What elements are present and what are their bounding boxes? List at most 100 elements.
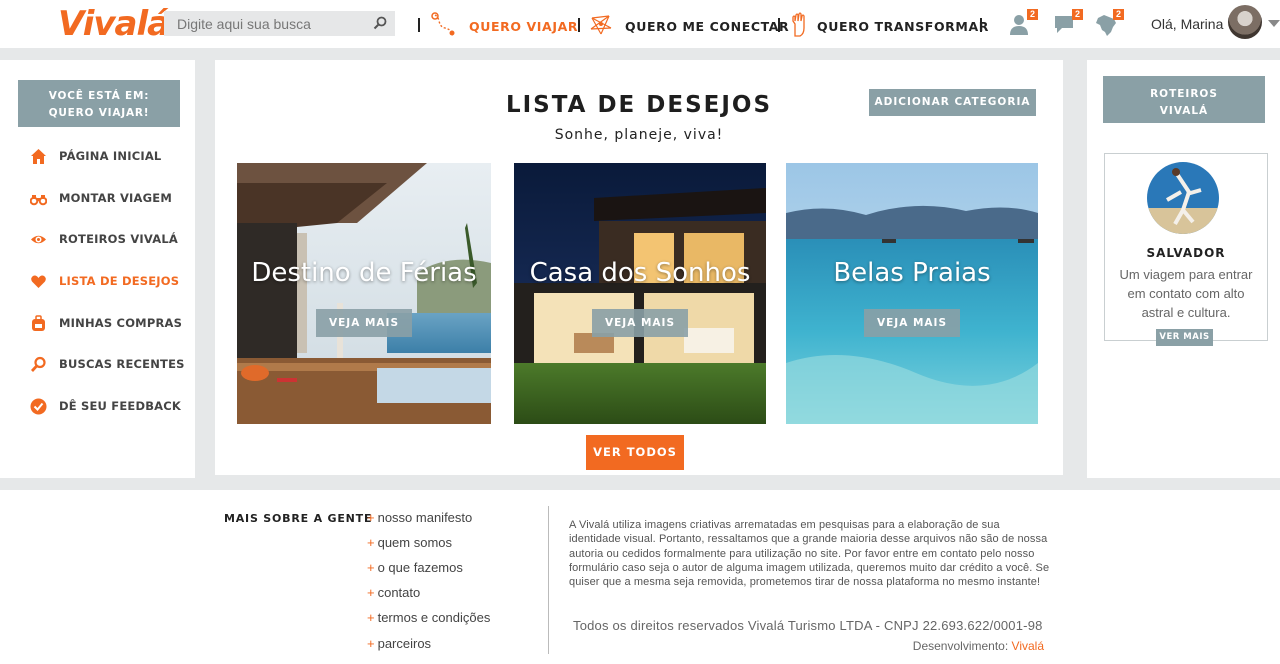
user-notifications[interactable]: 2 <box>1008 9 1038 38</box>
footer-link-manifesto[interactable]: + nosso manifesto <box>367 510 472 525</box>
chat-badge: 2 <box>1072 9 1083 20</box>
see-more-button[interactable]: VEJA MAIS <box>316 309 412 337</box>
footer: MAIS SOBRE A GENTE + nosso manifesto + que… <box>0 490 1280 664</box>
footer-link-parceiros[interactable]: + parceiros <box>367 636 431 651</box>
city-description: Um viagem para entrar em contato com alt… <box>1119 267 1253 320</box>
card-title: Belas Praias <box>833 258 991 288</box>
binoculars-icon <box>30 194 47 205</box>
featured-itinerary-card[interactable]: SALVADOR Um viagem para entrar em contat… <box>1104 153 1268 346</box>
user-badge: 2 <box>1027 9 1038 20</box>
sidebar-item-label: ROTEIROS VIVALÁ <box>59 232 178 246</box>
check-circle-icon <box>30 398 47 414</box>
roteiros-label-line1: ROTEIROS <box>1150 88 1218 100</box>
nav-quero-viajar[interactable]: QUERO VIAJAR <box>469 19 578 34</box>
sidebar-item-minhas-compras[interactable]: MINHAS COMPRAS <box>30 313 182 333</box>
card-image <box>514 163 766 424</box>
vivala-logo[interactable]: Vivalá <box>58 4 170 44</box>
location-value: QUERO VIAJAR! <box>48 107 150 119</box>
top-header: Vivalá QUERO VIAJAR QUERO ME CONECTAR QU… <box>0 0 1280 48</box>
footer-link-contato[interactable]: + contato <box>367 585 420 600</box>
page-subtitle: Sonhe, planeje, viva! <box>554 127 724 143</box>
copyright: Todos os direitos reservados Vivalá Turi… <box>573 618 1043 633</box>
nav-quero-me-conectar[interactable]: QUERO ME CONECTAR <box>625 19 789 34</box>
user-greeting[interactable]: Olá, Marina <box>1151 16 1223 32</box>
see-more-itinerary-button[interactable]: VER MAIS <box>1156 329 1213 346</box>
right-sidebar: ROTEIROS VIVALÁ SALVADOR Um viagem para … <box>1087 60 1280 478</box>
sidebar-item-lista-de-desejos[interactable]: LISTA DE DESEJOS <box>30 271 179 291</box>
sidebar-item-pagina-inicial[interactable]: PÁGINA INICIAL <box>30 146 161 166</box>
city-name: SALVADOR <box>1146 246 1226 260</box>
see-more-button[interactable]: VEJA MAIS <box>592 309 688 337</box>
wishlist-card-casa-dos-sonhos[interactable]: Casa dos Sonhos VEJA MAIS <box>514 163 766 424</box>
plus-icon: + <box>367 510 375 525</box>
backpack-icon <box>32 314 45 331</box>
sidebar-item-buscas-recentes[interactable]: BUSCAS RECENTES <box>30 354 185 374</box>
nav-divider <box>778 18 780 32</box>
footer-link-termos[interactable]: + termos e condições <box>367 610 490 625</box>
plus-icon: + <box>367 636 375 651</box>
main-content: LISTA DE DESEJOS Sonhe, planeje, viva! A… <box>215 60 1063 475</box>
network-icon <box>590 15 612 35</box>
add-category-button[interactable]: ADICIONAR CATEGORIA <box>869 89 1036 116</box>
sidebar-item-label: DÊ SEU FEEDBACK <box>59 399 182 413</box>
footer-link-o-que-fazemos[interactable]: + o que fazemos <box>367 560 463 575</box>
sidebar-item-label: PÁGINA INICIAL <box>59 149 162 163</box>
sidebar-item-roteiros-vivala[interactable]: ROTEIROS VIVALÁ <box>30 229 178 249</box>
search-icon <box>30 356 46 372</box>
footer-link-label: contato <box>377 585 421 600</box>
roteiros-label-line2: VIVALÁ <box>1159 105 1209 117</box>
footer-link-label: parceiros <box>377 636 432 651</box>
footer-divider <box>548 506 549 654</box>
location-label: VOCÊ ESTÁ EM: <box>48 90 150 102</box>
route-pin-icon <box>431 12 455 36</box>
see-all-button[interactable]: VER TODOS <box>586 435 684 470</box>
sidebar-item-montar-viagem[interactable]: MONTAR VIAGEM <box>30 188 172 208</box>
card-image <box>237 163 491 424</box>
footer-link-label: nosso manifesto <box>377 510 473 525</box>
developer-credit: Desenvolvimento: Vivalá <box>913 639 1044 653</box>
wishlist-card-destino-de-ferias[interactable]: Destino de Férias VEJA MAIS <box>237 163 491 424</box>
card-image <box>786 163 1038 424</box>
search-bar[interactable] <box>164 11 395 36</box>
hand-icon <box>792 12 805 37</box>
city-photo <box>1147 162 1219 234</box>
sidebar-item-label: LISTA DE DESEJOS <box>59 274 180 288</box>
nav-divider <box>578 18 580 32</box>
card-title: Destino de Férias <box>251 258 477 288</box>
sidebar-item-label: MINHAS COMPRAS <box>59 316 183 330</box>
plus-icon: + <box>367 585 375 600</box>
card-title: Casa dos Sonhos <box>529 258 751 288</box>
plus-icon: + <box>367 610 375 625</box>
location-indicator: VOCÊ ESTÁ EM: QUERO VIAJAR! <box>18 80 180 127</box>
footer-link-label: o que fazemos <box>377 560 463 575</box>
nav-quero-transformar[interactable]: QUERO TRANSFORMAR <box>817 19 989 34</box>
wishlist-card-belas-praias[interactable]: Belas Praias VEJA MAIS <box>786 163 1038 424</box>
sidebar-item-label: MONTAR VIAGEM <box>59 191 172 205</box>
footer-heading: MAIS SOBRE A GENTE <box>224 512 373 525</box>
sidebar-item-label: BUSCAS RECENTES <box>59 357 185 371</box>
left-sidebar: VOCÊ ESTÁ EM: QUERO VIAJAR! PÁGINA INICI… <box>0 60 195 478</box>
see-more-button[interactable]: VEJA MAIS <box>864 309 960 337</box>
avatar[interactable] <box>1228 5 1262 39</box>
search-input[interactable] <box>164 11 364 36</box>
home-icon <box>31 148 46 164</box>
plus-icon: + <box>367 560 375 575</box>
developer-link[interactable]: Vivalá <box>1012 639 1044 653</box>
sidebar-item-de-seu-feedback[interactable]: DÊ SEU FEEDBACK <box>30 396 181 416</box>
developer-label: Desenvolvimento: <box>912 639 1009 653</box>
roteiros-vivala-button[interactable]: ROTEIROS VIVALÁ <box>1103 76 1265 123</box>
nav-divider <box>418 18 420 32</box>
chevron-down-icon[interactable] <box>1268 20 1280 27</box>
image-disclaimer: A Vivalá utiliza imagens criativas arrem… <box>569 519 1050 589</box>
heart-icon <box>31 275 46 288</box>
plus-icon: + <box>367 535 375 550</box>
map-notifications[interactable]: 2 <box>1094 9 1124 38</box>
search-icon[interactable] <box>373 16 387 30</box>
eye-icon <box>31 235 46 243</box>
footer-link-label: termos e condições <box>377 610 491 625</box>
footer-link-quem-somos[interactable]: + quem somos <box>367 535 452 550</box>
nav-divider <box>980 18 982 32</box>
chat-notifications[interactable]: 2 <box>1053 9 1083 38</box>
map-badge: 2 <box>1113 9 1124 20</box>
footer-link-label: quem somos <box>377 535 453 550</box>
